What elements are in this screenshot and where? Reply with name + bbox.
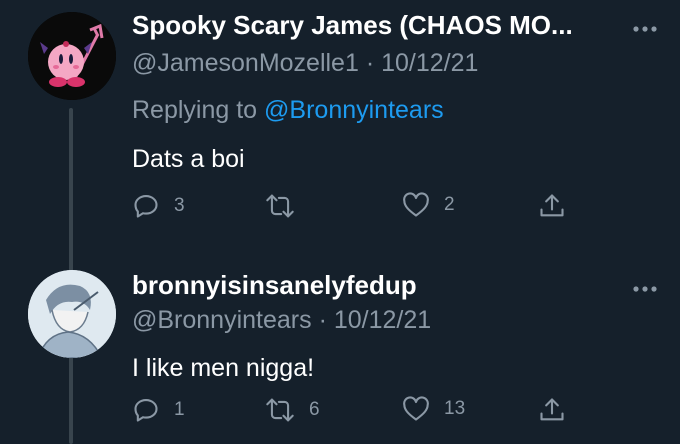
reply-count: 1 xyxy=(174,399,185,420)
like-icon xyxy=(403,192,429,217)
reply-icon xyxy=(134,195,158,218)
more-icon[interactable] xyxy=(632,280,658,298)
avatar-image xyxy=(28,270,116,358)
reply-count: 3 xyxy=(174,195,185,216)
like-icon xyxy=(403,396,429,421)
replying-to-label: Replying to xyxy=(132,96,265,124)
retweet-icon xyxy=(266,194,294,218)
name-row: bronnyisinsanelyfedup xyxy=(132,270,417,301)
handle-row: @JamesonMozelle1 · 10/12/21 xyxy=(132,49,478,78)
avatar[interactable] xyxy=(28,12,116,100)
tweet-text: Dats a boi xyxy=(132,145,245,173)
display-name[interactable]: Spooky Scary James (CHAOS MO... xyxy=(132,10,573,41)
action-bar: 3 2 xyxy=(132,192,592,232)
reply-button[interactable]: 1 xyxy=(132,396,185,424)
like-count: 2 xyxy=(444,194,455,215)
avatar-image xyxy=(28,12,116,100)
tweet-2[interactable]: bronnyisinsanelyfedup @Bronnyintears · 1… xyxy=(0,250,680,444)
retweet-button[interactable] xyxy=(265,192,309,220)
handle-row: @Bronnyintears · 10/12/21 xyxy=(132,306,431,335)
avatar[interactable] xyxy=(28,270,116,358)
like-button[interactable]: 2 xyxy=(402,192,455,218)
reply-icon xyxy=(134,399,158,422)
separator: · xyxy=(365,49,375,77)
share-icon xyxy=(540,398,564,421)
retweet-count: 6 xyxy=(309,399,320,420)
share-icon xyxy=(540,194,564,217)
replying-to: Replying to @Bronnyintears xyxy=(132,96,444,125)
like-button[interactable]: 13 xyxy=(402,396,465,422)
action-bar: 1 6 13 xyxy=(132,396,592,436)
tweet-text: I like men nigga! xyxy=(132,354,315,382)
user-handle[interactable]: @JamesonMozelle1 xyxy=(132,49,359,77)
retweet-icon xyxy=(266,398,294,422)
share-button[interactable] xyxy=(538,396,566,424)
more-icon[interactable] xyxy=(632,20,658,38)
tweet-date[interactable]: 10/12/21 xyxy=(334,306,431,334)
like-count: 13 xyxy=(444,398,466,419)
reply-mention-link[interactable]: @Bronnyintears xyxy=(264,96,444,124)
separator: · xyxy=(318,306,327,334)
name-row: Spooky Scary James (CHAOS MO... xyxy=(132,10,573,41)
reply-button[interactable]: 3 xyxy=(132,192,185,220)
retweet-button[interactable]: 6 xyxy=(265,396,320,424)
tweet-date[interactable]: 10/12/21 xyxy=(381,49,478,77)
user-handle[interactable]: @Bronnyintears xyxy=(132,306,312,334)
tweet-1[interactable]: Spooky Scary James (CHAOS MO... @Jameson… xyxy=(0,0,680,444)
display-name[interactable]: bronnyisinsanelyfedup xyxy=(132,270,417,301)
share-button[interactable] xyxy=(538,192,566,220)
